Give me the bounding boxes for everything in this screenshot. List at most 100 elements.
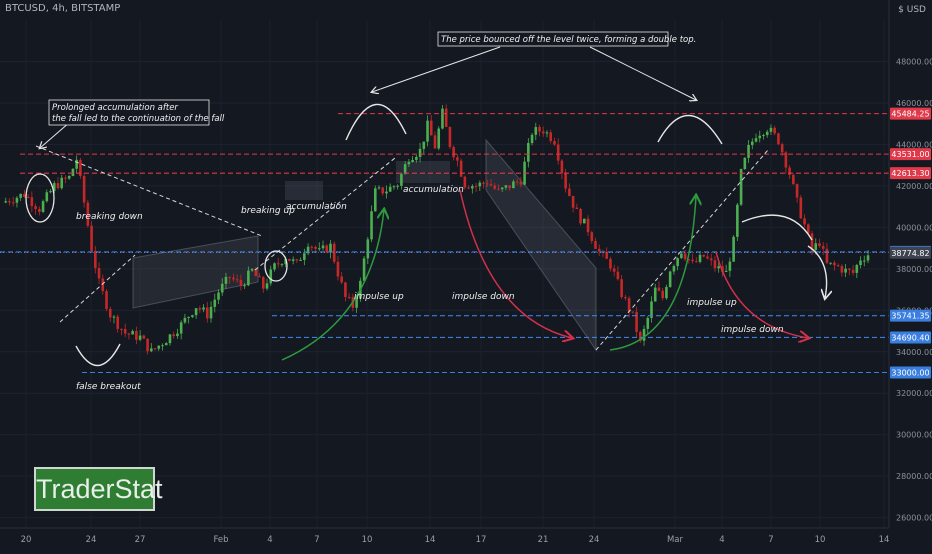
candle-body <box>553 141 556 145</box>
candle-body <box>243 285 246 287</box>
false-breakout-label: false breakout <box>76 382 141 392</box>
candle-body <box>317 248 321 250</box>
x-tick-label: 4 <box>719 535 724 545</box>
x-tick-label: Mar <box>667 535 684 545</box>
y-axis-panel <box>889 0 932 550</box>
candle-body <box>754 138 758 142</box>
candle-body <box>187 316 190 318</box>
candle-body <box>575 207 579 210</box>
candle-body <box>482 182 485 184</box>
candle-body <box>777 133 780 145</box>
price-label: 33000.00 <box>891 368 929 377</box>
candle-body <box>665 286 668 299</box>
candle-body <box>512 181 515 189</box>
candle-body <box>60 177 64 189</box>
candle-body <box>583 218 586 224</box>
candle-body <box>97 268 101 279</box>
candle-body <box>373 188 377 212</box>
accumulation-label-2: accumulation <box>403 185 464 195</box>
candle-body <box>45 192 49 202</box>
candle-body <box>75 159 78 169</box>
breakdown-circle <box>25 173 55 223</box>
y-tick-label: 26000.00 <box>896 514 932 523</box>
candle-body <box>541 131 545 134</box>
candle-body <box>153 348 157 350</box>
candle-body <box>429 120 433 136</box>
y-tick-label: 44000.00 <box>896 140 932 149</box>
candle-body <box>456 157 459 161</box>
candle-body <box>146 338 149 352</box>
candle-body <box>347 296 351 298</box>
accum-note-line-1: Prolonged accumulation after <box>52 103 178 113</box>
candle-body <box>765 131 769 136</box>
candle-body <box>194 308 198 316</box>
candle-body <box>616 271 620 280</box>
candle-body <box>325 245 329 253</box>
candle-body <box>157 345 161 349</box>
candle-body <box>612 268 616 272</box>
candle-body <box>848 268 851 270</box>
candle-body <box>706 256 709 259</box>
candle-body <box>471 186 474 189</box>
descending-channel <box>485 138 597 352</box>
candle-body <box>478 182 482 187</box>
candle-body <box>508 185 511 189</box>
y-tick-label: 42000.00 <box>896 182 932 191</box>
candle-body <box>224 276 228 284</box>
candle-body <box>680 253 683 259</box>
candle-body <box>228 276 231 278</box>
y-tick-label: 34000.00 <box>896 348 932 357</box>
candle-body <box>799 197 803 219</box>
candle-body <box>303 253 306 260</box>
candle-body <box>329 243 332 253</box>
candle-body <box>280 264 284 266</box>
candle-body <box>724 270 728 272</box>
candle-body <box>642 328 646 341</box>
candle-body <box>336 261 340 277</box>
candle-body <box>176 333 179 337</box>
y-tick-label: 46000.00 <box>896 99 932 108</box>
candle-body <box>213 299 217 307</box>
candle-body <box>269 269 273 284</box>
candle-body <box>672 266 676 272</box>
x-tick-label: 20 <box>21 535 32 545</box>
candle-body <box>340 276 343 283</box>
price-label: 35741.35 <box>891 312 929 321</box>
candle-body <box>463 176 467 188</box>
trendline-descending <box>35 145 263 237</box>
candle-body <box>862 260 866 262</box>
accum-note-line-2: the fall led to the continuation of the … <box>52 114 225 124</box>
candle-body <box>23 193 26 197</box>
candle-body <box>396 185 399 187</box>
candle-body <box>459 160 463 177</box>
x-tick-label: 24 <box>86 535 97 545</box>
x-tick-label: 10 <box>815 535 826 545</box>
candle-body <box>624 297 627 299</box>
impulse-up-arrow-2 <box>609 196 696 351</box>
symbol-label: BTCUSD, 4h, BITSTAMP <box>5 3 121 14</box>
candle-body <box>120 328 123 330</box>
candle-body <box>485 183 489 185</box>
candle-body <box>388 186 392 192</box>
candle-body <box>321 245 325 249</box>
candle-body <box>258 276 261 278</box>
candle-body <box>49 191 52 193</box>
candle-body <box>519 181 523 185</box>
top-arc-1 <box>345 103 407 141</box>
x-tick-label: 21 <box>538 535 549 545</box>
candle-body <box>646 317 650 329</box>
accumulation-channel-1 <box>132 235 259 309</box>
impulse-down-label-1: impulse down <box>452 292 515 302</box>
forecast-arrow <box>807 245 827 298</box>
x-tick-label: 10 <box>362 535 373 545</box>
candle-body <box>444 108 448 127</box>
chart[interactable]: Prolonged accumulation after the fall le… <box>0 0 932 550</box>
candle-body <box>728 261 732 271</box>
price-label: 43531.00 <box>891 150 929 159</box>
candle-body <box>855 265 859 273</box>
candle-body <box>415 156 418 160</box>
candle-body <box>71 168 75 176</box>
top-arc-2 <box>657 114 723 145</box>
candle-body <box>288 258 291 261</box>
candle-body <box>840 266 844 273</box>
